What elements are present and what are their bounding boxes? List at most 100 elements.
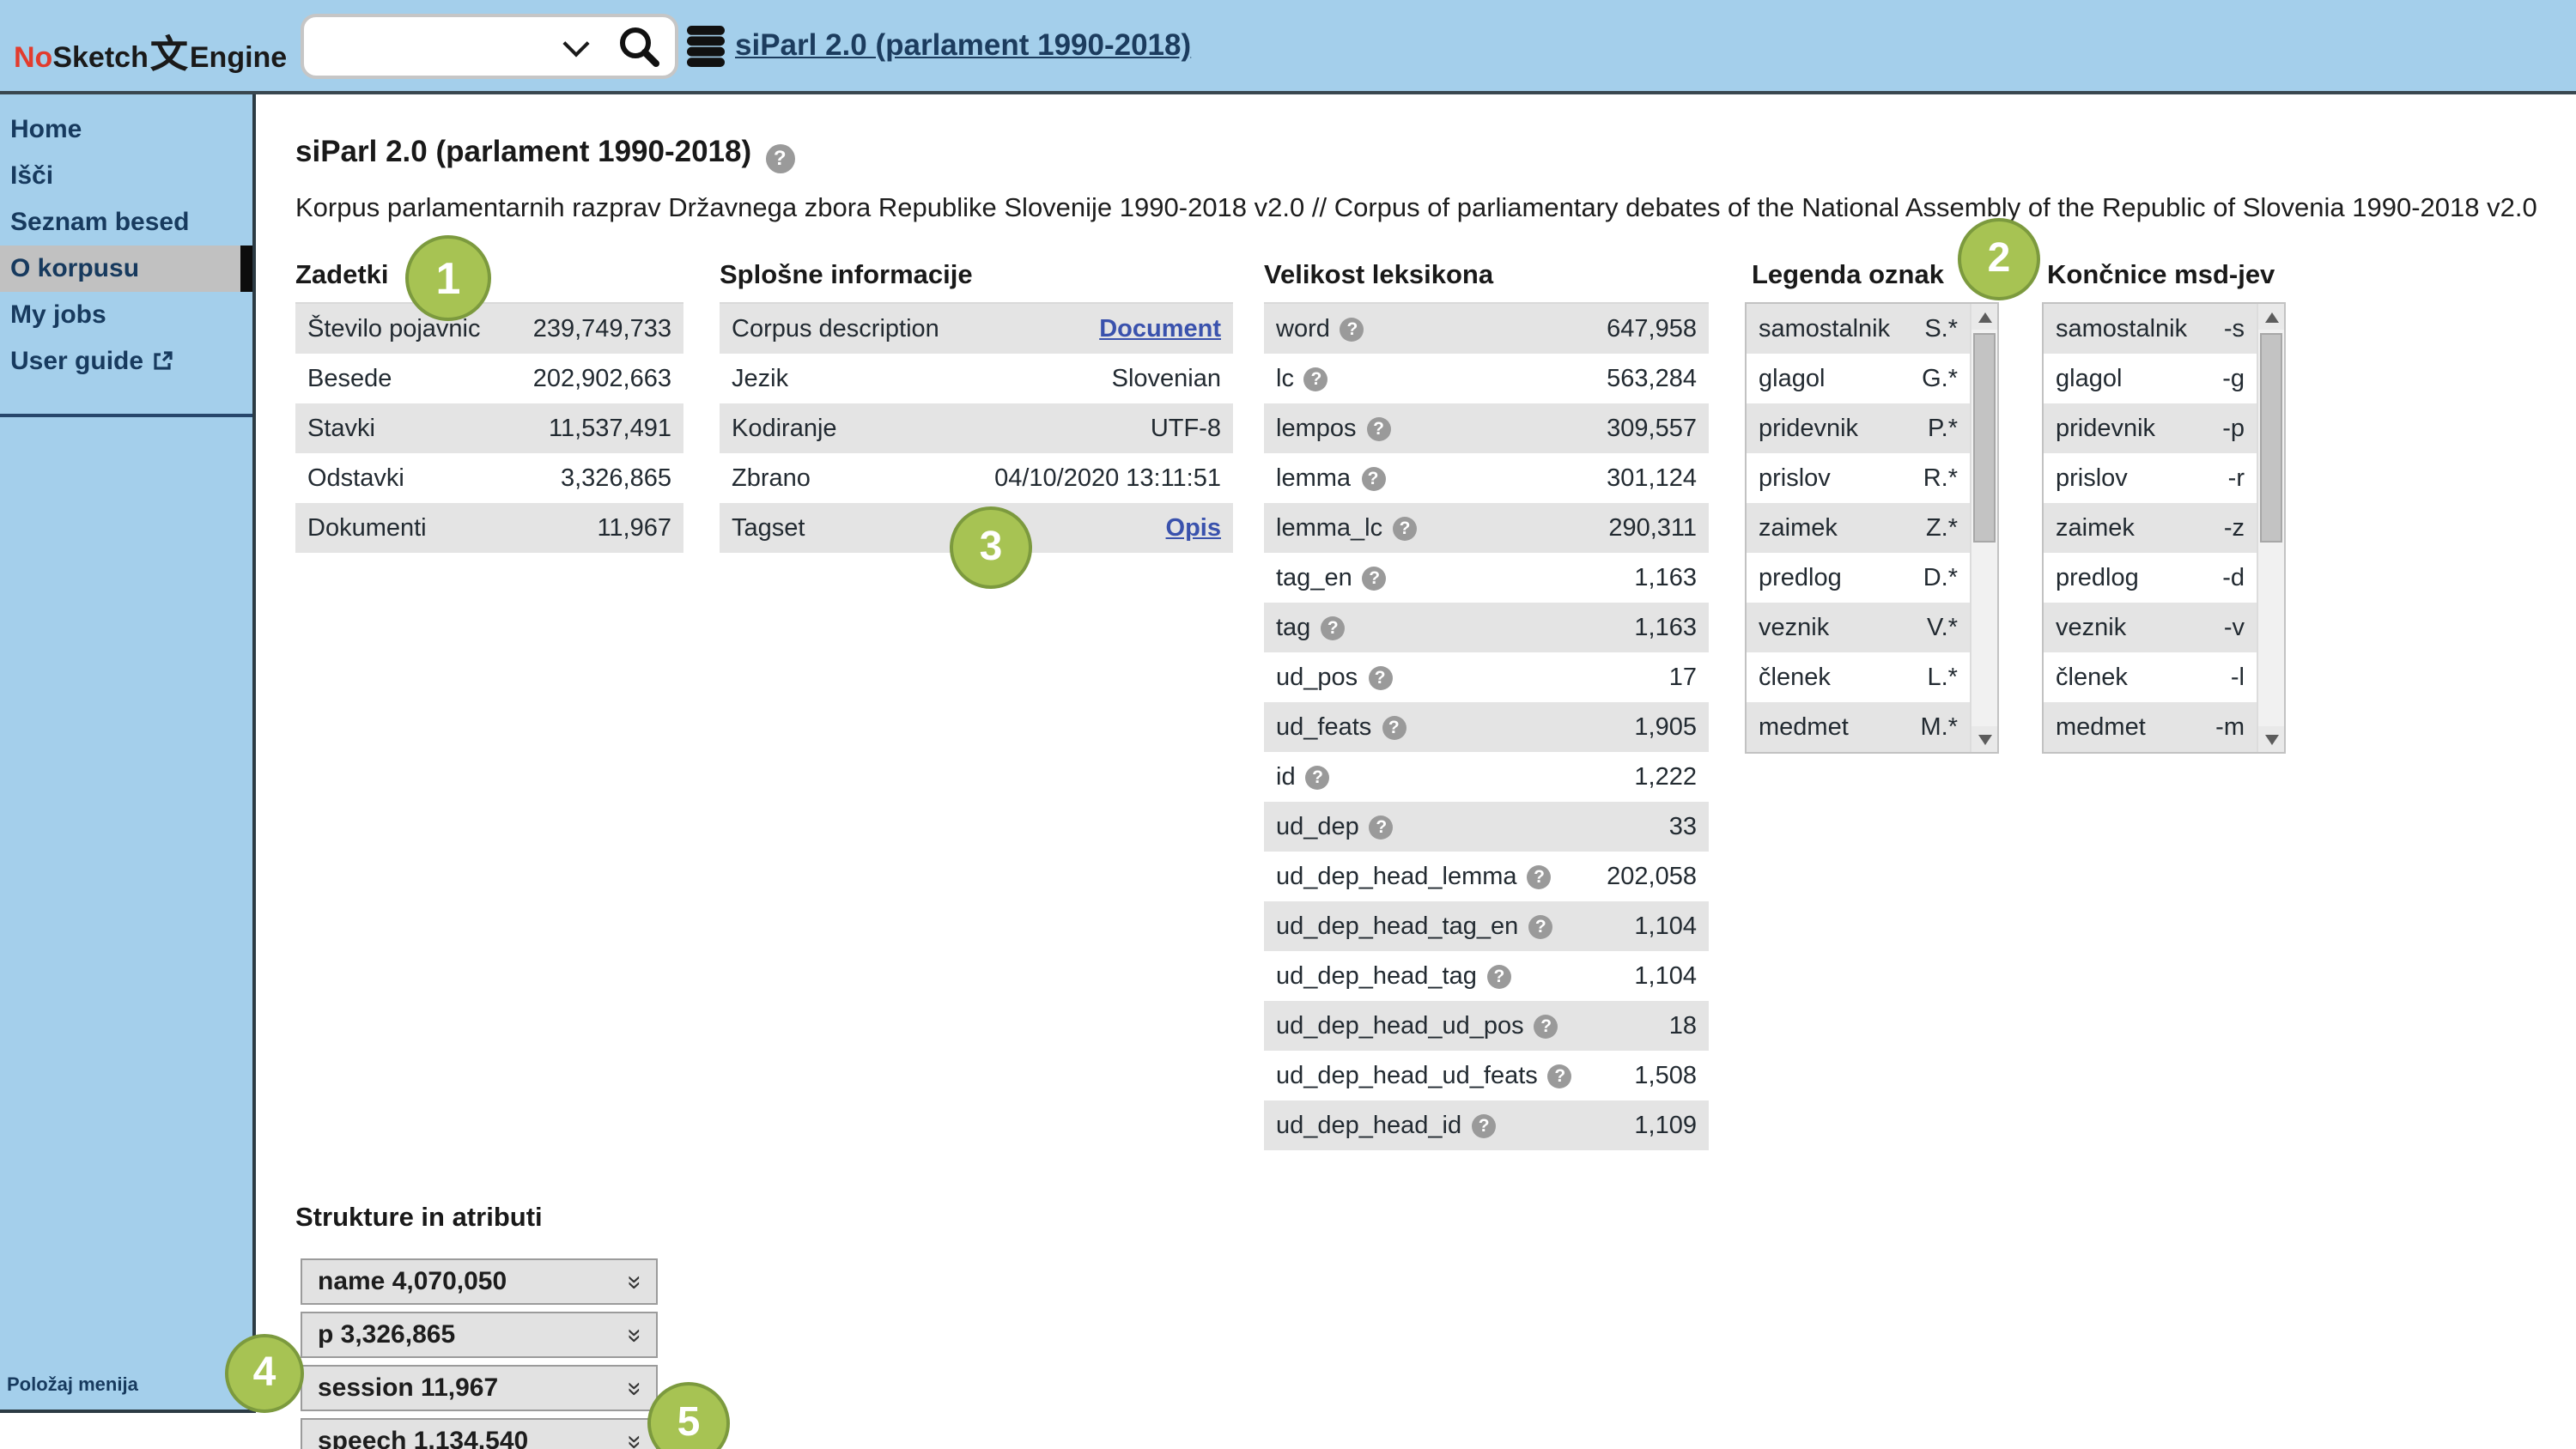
list-item[interactable]: glagol G.* bbox=[1747, 354, 1970, 403]
table-row: Corpus description Document bbox=[720, 304, 1233, 354]
double-chevron-down-icon[interactable]: » bbox=[620, 1276, 649, 1288]
help-icon[interactable]: ? bbox=[1487, 964, 1511, 988]
chevron-down-icon[interactable] bbox=[562, 30, 589, 57]
corpus-description-text: Korpus parlamentarnih razprav Državnega … bbox=[295, 194, 2537, 225]
structure-dropdown[interactable]: p 3,326,865 » bbox=[301, 1312, 658, 1358]
help-icon[interactable]: ? bbox=[1304, 367, 1328, 391]
table-row: Besede 202,902,663 bbox=[295, 354, 683, 403]
list-item[interactable]: veznik -v bbox=[2044, 603, 2257, 652]
table-row: lempos? 309,557 bbox=[1264, 403, 1709, 453]
structures-list: name 4,070,050 » p 3,326,865 » session 1… bbox=[301, 1258, 658, 1449]
help-icon[interactable]: ? bbox=[1528, 864, 1552, 888]
list-item[interactable]: samostalnik -s bbox=[2044, 304, 2257, 354]
help-icon[interactable]: ? bbox=[1534, 1014, 1558, 1038]
sidebar: Home Išči Seznam besed O korpusu My jobs… bbox=[0, 94, 256, 1413]
table-row: Dokumenti 11,967 bbox=[295, 503, 683, 553]
scroll-down-icon[interactable] bbox=[1971, 726, 1997, 752]
velikost-leksikona-table: word? 647,958 lc? 563,284 lempos? 309,55… bbox=[1264, 302, 1709, 1150]
table-row: tag_en? 1,163 bbox=[1264, 553, 1709, 603]
help-icon[interactable]: ? bbox=[765, 144, 794, 173]
help-icon[interactable]: ? bbox=[1393, 516, 1417, 540]
sidebar-item-home[interactable]: Home bbox=[0, 106, 252, 153]
external-link-icon bbox=[152, 349, 173, 378]
sidebar-item-o-korpusu[interactable]: O korpusu bbox=[0, 246, 252, 292]
structure-dropdown[interactable]: speech 1,134,540 » bbox=[301, 1418, 658, 1449]
list-item[interactable]: zaimek -z bbox=[2044, 503, 2257, 553]
help-icon[interactable]: ? bbox=[1382, 715, 1406, 739]
annotation-badge-5: 5 bbox=[647, 1382, 730, 1449]
table-row: ud_dep_head_id? 1,109 bbox=[1264, 1100, 1709, 1150]
help-icon[interactable]: ? bbox=[1528, 914, 1552, 938]
double-chevron-down-icon[interactable]: » bbox=[620, 1382, 649, 1395]
list-item[interactable]: pridevnik P.* bbox=[1747, 403, 1970, 453]
zadetki-table: Število pojavnic 239,749,733 Besede 202,… bbox=[295, 302, 683, 553]
koncnice-msd-listbox: samostalnik -s glagol -g pridevnik -p pr… bbox=[2042, 302, 2286, 754]
table-row: ud_feats? 1,905 bbox=[1264, 702, 1709, 752]
logo-engine: Engine bbox=[190, 41, 287, 74]
table-row: ud_pos? 17 bbox=[1264, 652, 1709, 702]
help-icon[interactable]: ? bbox=[1367, 416, 1391, 440]
help-icon[interactable]: ? bbox=[1370, 815, 1394, 839]
scroll-up-icon[interactable] bbox=[2258, 304, 2284, 330]
structure-dropdown[interactable]: name 4,070,050 » bbox=[301, 1258, 658, 1305]
section-title-koncnice-msd: Končnice msd-jev bbox=[2047, 261, 2275, 292]
list-item[interactable]: prislov R.* bbox=[1747, 453, 1970, 503]
list-item[interactable]: predlog D.* bbox=[1747, 553, 1970, 603]
annotation-badge-3: 3 bbox=[950, 506, 1032, 589]
search-icon[interactable] bbox=[617, 24, 661, 77]
legenda-oznak-listbox: samostalnik S.* glagol G.* pridevnik P.*… bbox=[1745, 302, 1999, 754]
help-icon[interactable]: ? bbox=[1548, 1064, 1572, 1088]
double-chevron-down-icon[interactable]: » bbox=[620, 1435, 649, 1448]
list-item[interactable]: predlog -d bbox=[2044, 553, 2257, 603]
table-row: lc? 563,284 bbox=[1264, 354, 1709, 403]
database-icon bbox=[687, 26, 725, 76]
list-item[interactable]: medmet M.* bbox=[1747, 702, 1970, 752]
help-icon[interactable]: ? bbox=[1363, 566, 1387, 590]
section-title-legenda-oznak: Legenda oznak bbox=[1752, 261, 1944, 292]
sidebar-item-user-guide[interactable]: User guide bbox=[0, 338, 252, 385]
list-item[interactable]: glagol -g bbox=[2044, 354, 2257, 403]
list-item[interactable]: samostalnik S.* bbox=[1747, 304, 1970, 354]
section-title-zadetki: Zadetki bbox=[295, 261, 389, 292]
list-item[interactable]: členek -l bbox=[2044, 652, 2257, 702]
sidebar-item-my-jobs[interactable]: My jobs bbox=[0, 292, 252, 338]
table-row: id? 1,222 bbox=[1264, 752, 1709, 802]
topbar: NoSketch文Engine siParl 2.0 (parlament 19… bbox=[0, 0, 2576, 94]
list-item[interactable]: pridevnik -p bbox=[2044, 403, 2257, 453]
list-item[interactable]: prislov -r bbox=[2044, 453, 2257, 503]
table-row: ud_dep_head_ud_feats? 1,508 bbox=[1264, 1051, 1709, 1100]
list-item[interactable]: veznik V.* bbox=[1747, 603, 1970, 652]
legenda-scrollbar[interactable] bbox=[1970, 304, 1997, 752]
sidebar-item-seznam-besed[interactable]: Seznam besed bbox=[0, 199, 252, 246]
sidebar-item-isci[interactable]: Išči bbox=[0, 153, 252, 199]
menu-position-label[interactable]: Položaj menija bbox=[7, 1375, 138, 1396]
current-corpus-link[interactable]: siParl 2.0 (parlament 1990-2018) bbox=[735, 27, 1191, 64]
table-row: word? 647,958 bbox=[1264, 304, 1709, 354]
table-row: lemma_lc? 290,311 bbox=[1264, 503, 1709, 553]
help-icon[interactable]: ? bbox=[1368, 665, 1392, 689]
table-row: ud_dep_head_tag? 1,104 bbox=[1264, 951, 1709, 1001]
scrollbar-thumb[interactable] bbox=[2260, 333, 2282, 543]
help-icon[interactable]: ? bbox=[1472, 1113, 1496, 1137]
list-item[interactable]: členek L.* bbox=[1747, 652, 1970, 702]
list-item[interactable]: zaimek Z.* bbox=[1747, 503, 1970, 553]
structure-dropdown[interactable]: session 11,967 » bbox=[301, 1365, 658, 1411]
list-item[interactable]: medmet -m bbox=[2044, 702, 2257, 752]
annotation-badge-1: 1 bbox=[405, 235, 491, 321]
logo-sketch: Sketch bbox=[52, 41, 149, 74]
help-icon[interactable]: ? bbox=[1321, 615, 1345, 640]
nosketch-engine-logo: NoSketch文Engine bbox=[14, 24, 287, 79]
scroll-up-icon[interactable] bbox=[1971, 304, 1997, 330]
help-icon[interactable]: ? bbox=[1340, 317, 1364, 341]
section-title-velikost-leksikona: Velikost leksikona bbox=[1264, 261, 1493, 292]
scrollbar-thumb[interactable] bbox=[1973, 333, 1996, 543]
logo-no: No bbox=[14, 41, 52, 74]
double-chevron-down-icon[interactable]: » bbox=[620, 1329, 649, 1342]
koncnice-scrollbar[interactable] bbox=[2257, 304, 2284, 752]
help-icon[interactable]: ? bbox=[1306, 765, 1330, 789]
corpus-select[interactable] bbox=[301, 14, 678, 79]
active-item-marker bbox=[240, 246, 252, 292]
scroll-down-icon[interactable] bbox=[2258, 726, 2284, 752]
table-row: tag? 1,163 bbox=[1264, 603, 1709, 652]
help-icon[interactable]: ? bbox=[1361, 466, 1385, 490]
